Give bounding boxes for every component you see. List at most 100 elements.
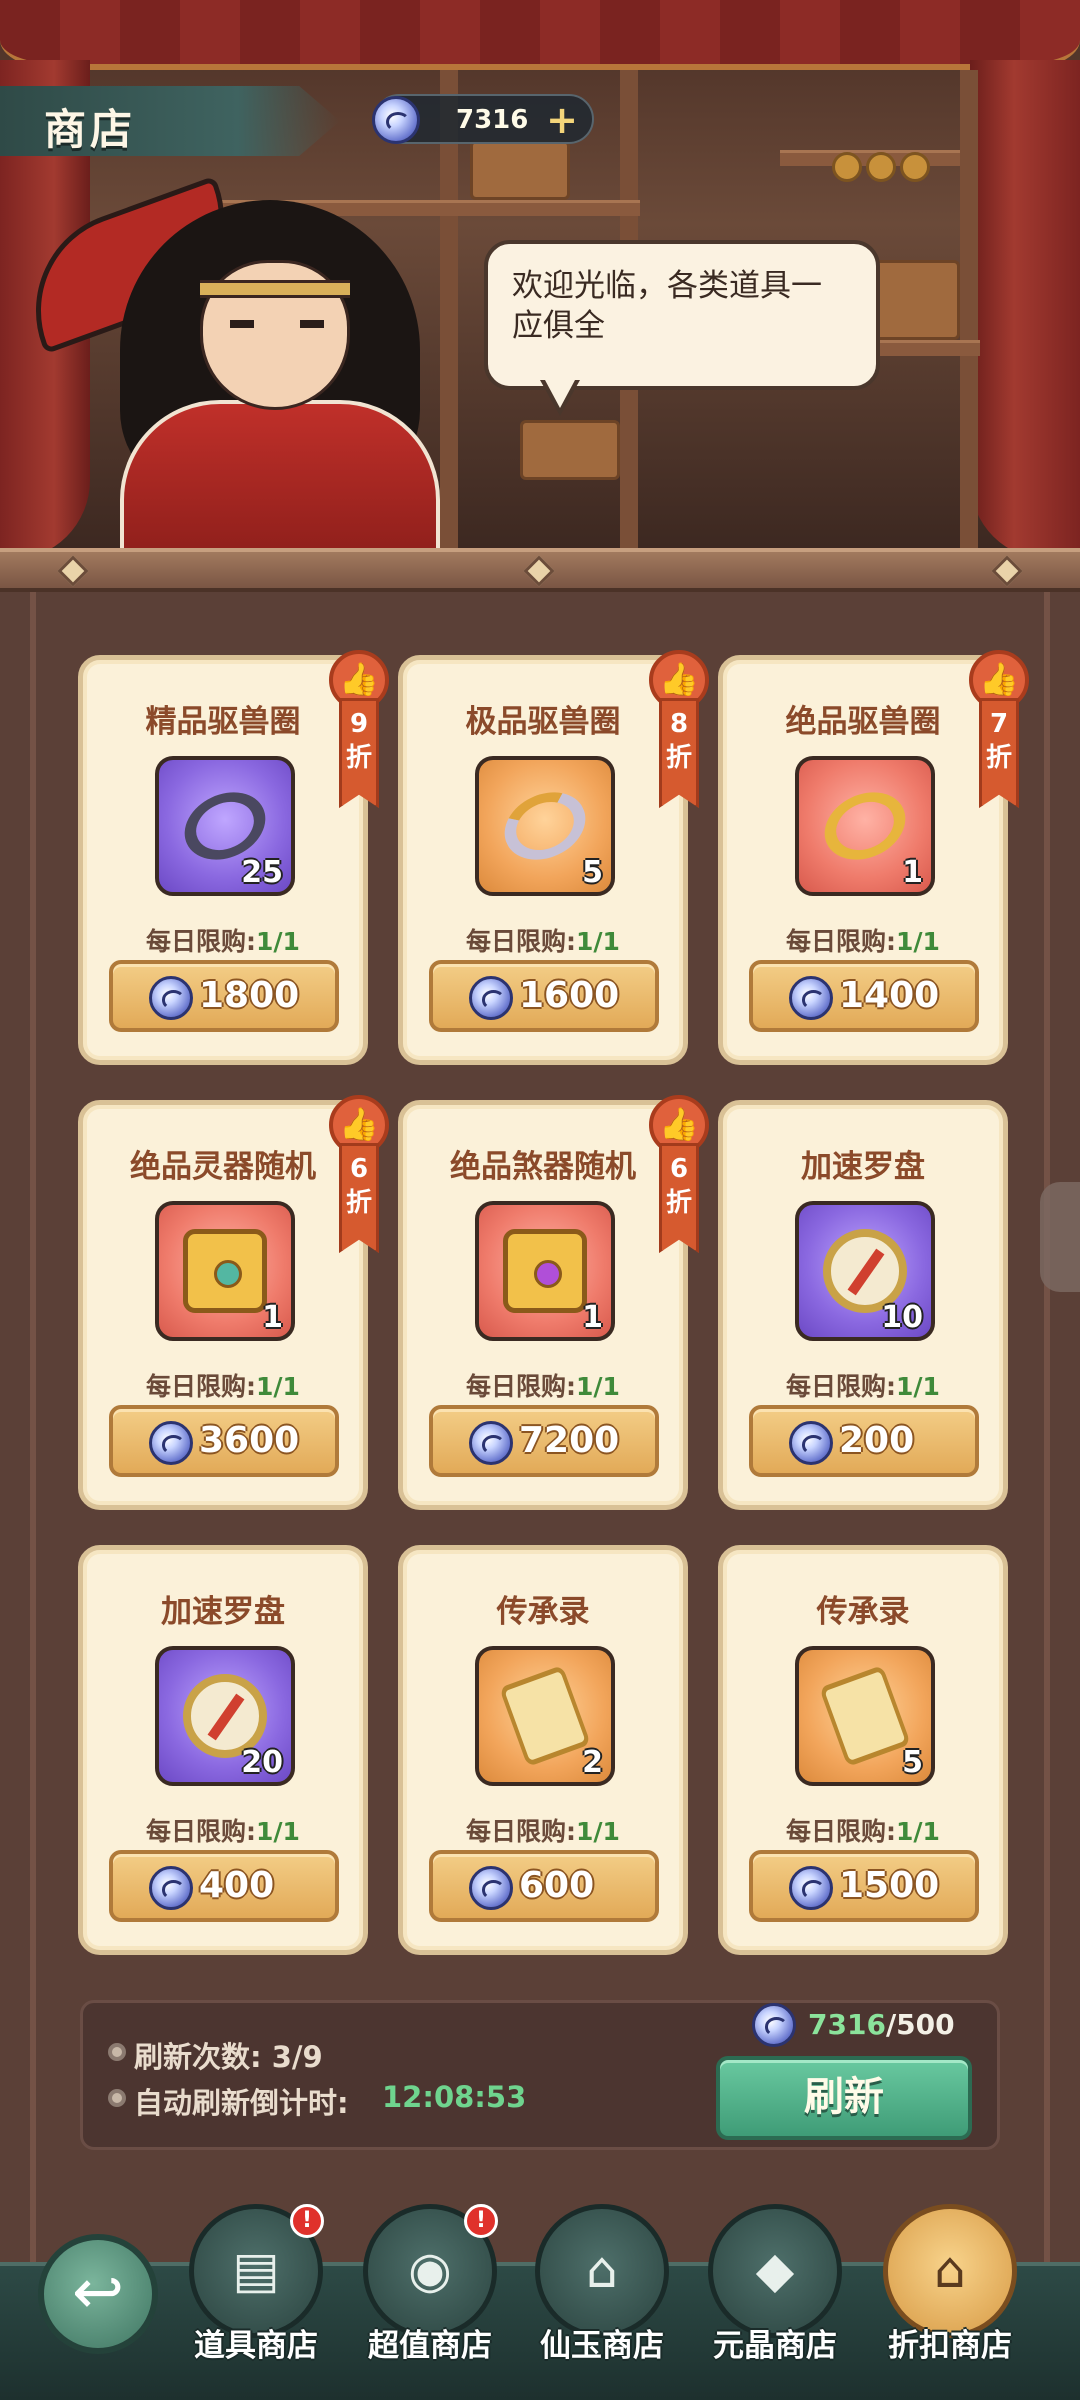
shop-item-card[interactable]: 加速罗盘 10 每日限购:1/1 200 xyxy=(718,1100,1008,1510)
page-title: 商店 xyxy=(44,105,137,154)
purchase-limit: 每日限购:1/1 xyxy=(723,1367,1003,1403)
shop-item-card[interactable]: 绝品灵器随机 1 每日限购:1/1 3600 👍 6 折 xyxy=(78,1095,389,1510)
buy-button[interactable]: 1600 xyxy=(429,960,659,1032)
shop-item-card[interactable]: 精品驱兽圈 25 每日限购:1/1 1800 👍 9 折 xyxy=(78,650,389,1065)
purchase-limit: 每日限购:1/1 xyxy=(83,1367,363,1403)
item-icon-frame[interactable]: 20 xyxy=(155,1646,295,1786)
buy-button[interactable]: 400 xyxy=(109,1850,339,1922)
treasure-chest-icon: ▤ xyxy=(232,2241,280,2299)
item-name: 绝品煞器随机 xyxy=(450,1149,636,1185)
refresh-button[interactable]: 刷新 xyxy=(716,2056,972,2140)
purchase-limit-label: 每日限购: xyxy=(786,1372,897,1401)
jade-currency-icon xyxy=(372,96,420,144)
purchase-limit: 每日限购:1/1 xyxy=(723,922,1003,958)
jade-currency-icon xyxy=(789,1866,833,1910)
buy-button[interactable]: 1400 xyxy=(749,960,979,1032)
item-icon-frame[interactable]: 2 xyxy=(475,1646,615,1786)
purchase-limit-value: 1/1 xyxy=(576,1817,620,1846)
jade-currency-icon xyxy=(149,976,193,1020)
nav-tab[interactable]: ▤ 道具商店 ! xyxy=(186,2204,326,2400)
item-icon-frame[interactable]: 5 xyxy=(475,756,615,896)
alert-badge-icon: ! xyxy=(290,2204,324,2238)
jade-currency-icon xyxy=(149,1421,193,1465)
nav-tab[interactable]: ⌂ 折扣商店 xyxy=(880,2204,1020,2400)
item-name: 绝品灵器随机 xyxy=(130,1149,316,1185)
npc-greeting: 欢迎光临，各类道具一应俱全 xyxy=(512,268,822,345)
purchase-limit-value: 1/1 xyxy=(256,927,300,956)
purchase-limit: 每日限购:1/1 xyxy=(403,1812,683,1848)
item-icon-frame[interactable]: 1 xyxy=(475,1201,615,1341)
discount-ribbon: 7 折 xyxy=(979,698,1019,808)
shop-item-card[interactable]: 传承录 2 每日限购:1/1 600 xyxy=(398,1545,688,1955)
discount-value: 6 xyxy=(669,1154,689,1184)
currency-display[interactable]: 7316 + xyxy=(372,94,594,144)
side-expand-handle[interactable] xyxy=(1040,1182,1080,1292)
item-quantity: 2 xyxy=(582,1745,603,1780)
shop-item-card[interactable]: 加速罗盘 20 每日限购:1/1 400 xyxy=(78,1545,368,1955)
back-arrow-icon: ↩ xyxy=(72,2255,124,2328)
refresh-countdown: 12:08:53 xyxy=(382,2080,527,2114)
back-button[interactable]: ↩ xyxy=(38,2234,158,2354)
bullet-icon xyxy=(108,2089,126,2107)
nav-tab-label: 元晶商店 xyxy=(713,2328,837,2364)
discount-tag: 👍 9 折 xyxy=(329,650,389,810)
discount-unit: 折 xyxy=(665,1188,692,1218)
buy-button[interactable]: 1800 xyxy=(109,960,339,1032)
add-currency-button[interactable]: + xyxy=(546,98,578,142)
item-quantity: 1 xyxy=(902,855,923,890)
jade-currency-icon xyxy=(469,1866,513,1910)
buy-button[interactable]: 7200 xyxy=(429,1405,659,1477)
jade-currency-icon xyxy=(752,2003,796,2047)
item-name: 加速罗盘 xyxy=(161,1594,285,1630)
treasure-chest-icon xyxy=(503,1229,587,1313)
ring-icon xyxy=(813,779,917,873)
discount-value: 9 xyxy=(349,709,369,739)
nav-tab-label: 超值商店 xyxy=(368,2328,492,2364)
currency-value: 7316 xyxy=(456,105,529,135)
nav-tab[interactable]: ◆ 元晶商店 xyxy=(705,2204,845,2400)
shop-item-card[interactable]: 极品驱兽圈 5 每日限购:1/1 1600 👍 8 折 xyxy=(398,650,709,1065)
jade-currency-icon xyxy=(469,1421,513,1465)
item-price: 1600 xyxy=(519,975,620,1016)
item-price: 1400 xyxy=(839,975,940,1016)
speech-bubble: 欢迎光临，各类道具一应俱全 xyxy=(484,240,880,390)
item-icon-frame[interactable]: 1 xyxy=(155,1201,295,1341)
refresh-cost: 7316/500 xyxy=(808,2008,955,2041)
purchase-limit-label: 每日限购: xyxy=(466,1372,577,1401)
buy-button[interactable]: 1500 xyxy=(749,1850,979,1922)
discount-unit: 折 xyxy=(345,1188,372,1218)
buy-button[interactable]: 3600 xyxy=(109,1405,339,1477)
discount-value: 6 xyxy=(349,1154,369,1184)
discount-ribbon: 6 折 xyxy=(659,1143,699,1253)
refresh-cost-have: 7316 xyxy=(808,2008,886,2041)
alert-badge-icon: ! xyxy=(464,2204,498,2238)
nav-tab[interactable]: ⌂ 仙玉商店 xyxy=(532,2204,672,2400)
purchase-limit-label: 每日限购: xyxy=(466,927,577,956)
discount-value: 7 xyxy=(989,709,1009,739)
ring-icon xyxy=(493,779,597,873)
shop-item-card[interactable]: 绝品煞器随机 1 每日限购:1/1 7200 👍 6 折 xyxy=(398,1095,709,1510)
purchase-limit-label: 每日限购: xyxy=(146,1372,257,1401)
item-icon-frame[interactable]: 5 xyxy=(795,1646,935,1786)
auto-refresh-label: 自动刷新倒计时: xyxy=(134,2086,349,2120)
item-quantity: 5 xyxy=(582,855,603,890)
money-bag-icon: ◉ xyxy=(408,2241,452,2299)
curtain-valance xyxy=(0,0,1080,70)
purchase-limit: 每日限购:1/1 xyxy=(403,1367,683,1403)
shop-item-card[interactable]: 绝品驱兽圈 1 每日限购:1/1 1400 👍 7 折 xyxy=(718,650,1029,1065)
item-icon-frame[interactable]: 25 xyxy=(155,756,295,896)
item-name: 极品驱兽圈 xyxy=(465,704,621,740)
nav-tab[interactable]: ◉ 超值商店 ! xyxy=(360,2204,500,2400)
item-icon-frame[interactable]: 1 xyxy=(795,756,935,896)
pavilion-icon: ⌂ xyxy=(586,2241,618,2299)
refresh-count: 刷新次数: 3/9 xyxy=(134,2040,323,2074)
buy-button[interactable]: 600 xyxy=(429,1850,659,1922)
shop-item-card[interactable]: 传承录 5 每日限购:1/1 1500 xyxy=(718,1545,1008,1955)
item-price: 600 xyxy=(519,1865,595,1906)
discount-tag: 👍 8 折 xyxy=(649,650,709,810)
shelf-post xyxy=(960,70,978,550)
buy-button[interactable]: 200 xyxy=(749,1405,979,1477)
item-icon-frame[interactable]: 10 xyxy=(795,1201,935,1341)
item-quantity: 10 xyxy=(881,1300,923,1335)
purchase-limit-value: 1/1 xyxy=(896,927,940,956)
